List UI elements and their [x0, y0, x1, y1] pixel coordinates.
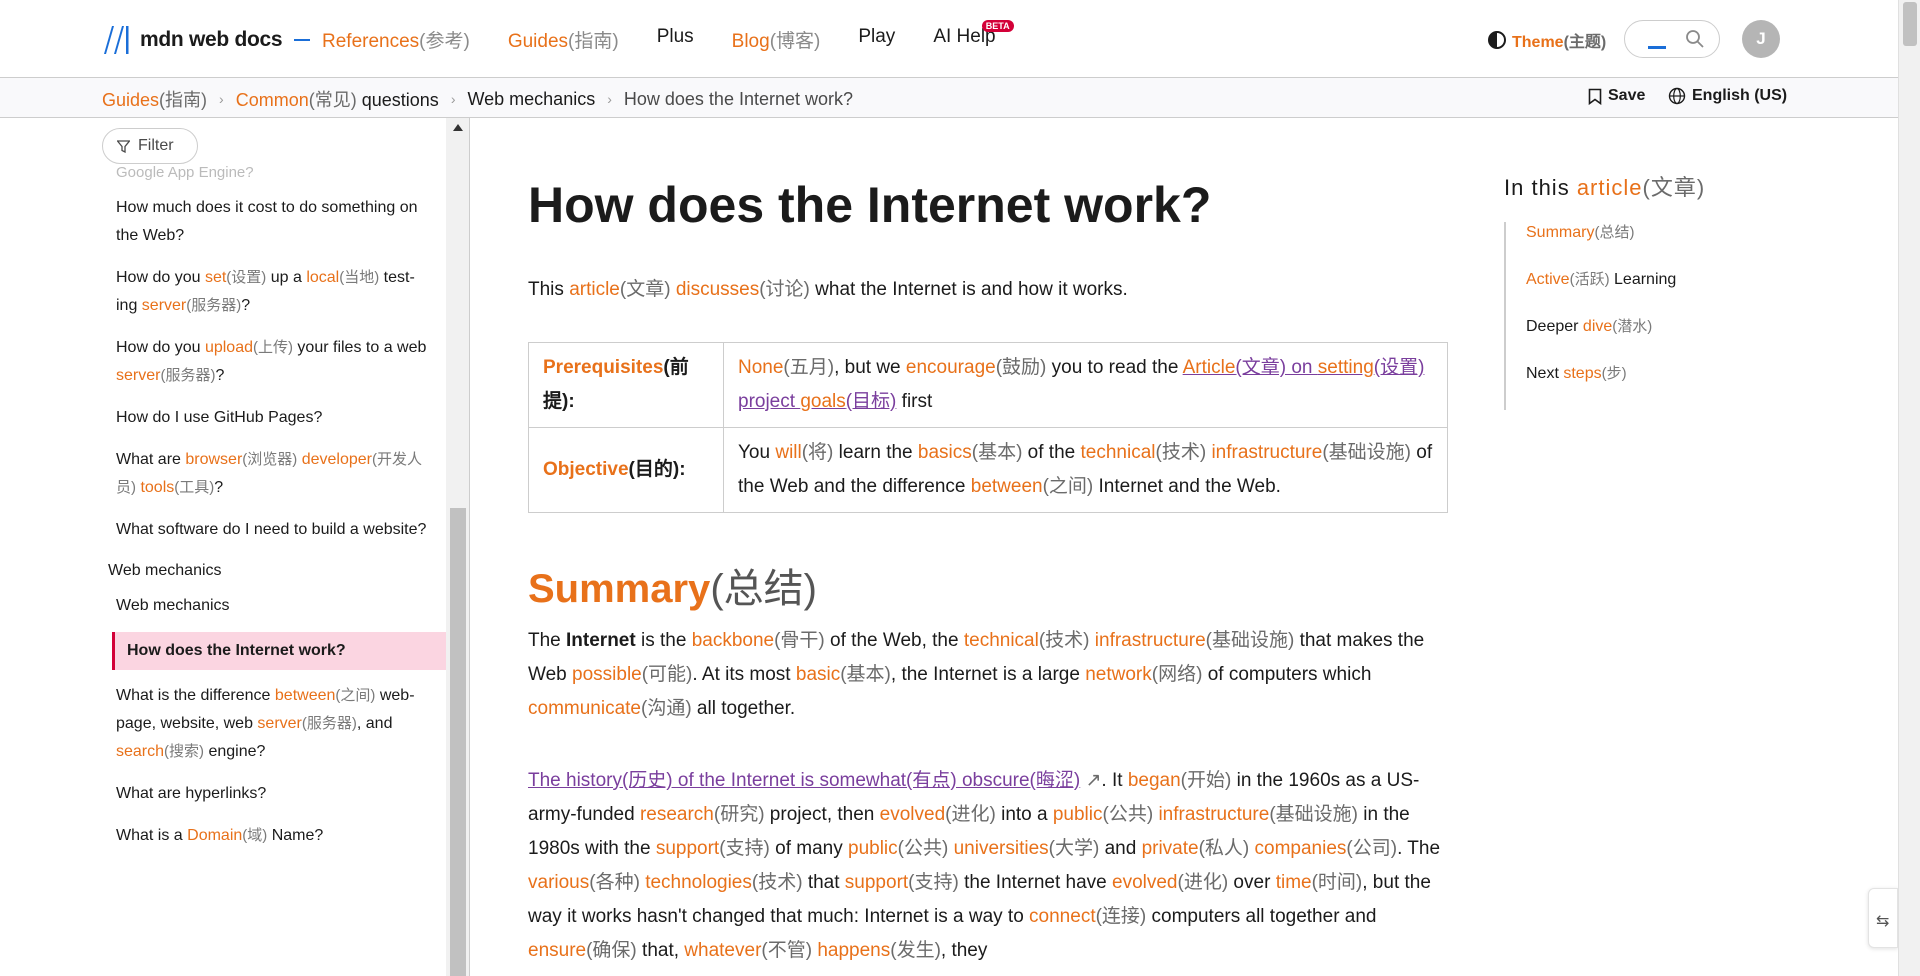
search-icon	[1686, 30, 1704, 48]
toc-item[interactable]: Next steps(步)	[1506, 363, 1744, 410]
sidebar-item[interactable]: What is the difference between(之间) web-p…	[106, 678, 446, 776]
sidebar-item-faded[interactable]: Google App Engine?	[106, 164, 446, 190]
mdn-logo[interactable]: mdn web docs	[102, 24, 311, 56]
toc-item[interactable]: Active(活跃) Learning	[1506, 269, 1744, 316]
sidebar-items-before: How much does it cost to do something on…	[106, 190, 446, 554]
sidebar-item[interactable]: What are hyperlinks?	[106, 776, 446, 818]
article-intro: This article(文章) discusses(讨论) what the …	[528, 279, 1128, 300]
prerequisites-value: None(五月), but we encourage(鼓励) you to re…	[723, 342, 1448, 428]
sidebar-item[interactable]: What software do I need to build a websi…	[106, 512, 446, 554]
sidebar-scroll-thumb[interactable]	[450, 508, 466, 976]
sidebar-item[interactable]: How do you set(设置) up a local(当地) test-i…	[106, 260, 446, 330]
beta-badge: BETA	[981, 20, 1014, 32]
expand-icon: ⇆	[1876, 913, 1890, 930]
side-widget[interactable]: ⇆	[1868, 888, 1898, 948]
sidebar-group-web-mechanics[interactable]: Web mechanics	[106, 554, 446, 588]
toc-item[interactable]: Summary(总结)	[1506, 222, 1744, 269]
top-header: mdn web docs References(参考) Guides(指南) P…	[0, 0, 1898, 78]
summary-paragraph-1: The Internet is the backbone(骨干) of the …	[528, 630, 1425, 719]
table-of-contents: In this article(文章) Summary(总结) Active(活跃…	[1504, 170, 1804, 410]
sidebar-item[interactable]: What is a Domain(域) Name?	[106, 818, 446, 860]
avatar[interactable]: J	[1742, 20, 1780, 58]
nav-plus[interactable]: Plus	[657, 26, 694, 53]
sidebar-item[interactable]: What are browser(浏览器) developer(开发人员) to…	[106, 442, 446, 512]
filter-icon	[117, 139, 130, 153]
nav-blog[interactable]: Blog(博客)	[732, 26, 821, 53]
chevron-right-icon: ›	[219, 91, 224, 107]
page-title: How does the Internet work?	[528, 177, 1212, 233]
page-scroll-thumb[interactable]	[1903, 2, 1917, 46]
sidebar-item[interactable]: How do I use GitHub Pages?	[106, 400, 446, 442]
sidebar-scrollbar[interactable]	[446, 118, 469, 976]
breadcrumb-current[interactable]: How does the Internet work?	[624, 89, 853, 110]
summary-paragraph-2: The history(历史) of the Internet is somew…	[528, 770, 1441, 961]
objective-value: You will(将) learn the basics(基本) of the …	[723, 427, 1448, 513]
nav-play[interactable]: Play	[858, 26, 895, 53]
summary-heading: Summary(总结)	[528, 567, 817, 611]
sidebar-item[interactable]: How much does it cost to do something on…	[106, 190, 446, 260]
save-button[interactable]: Save	[1588, 87, 1645, 105]
toc-item[interactable]: Deeper dive(潜水)	[1506, 316, 1744, 363]
logo-cursor	[294, 39, 311, 41]
breadcrumb-web-mechanics[interactable]: Web mechanics	[467, 89, 595, 110]
prerequisites-label: Prerequisites(前提):	[528, 342, 724, 428]
mdn-logo-icon	[104, 26, 129, 54]
sidebar: Filter Google App Engine? How much does …	[0, 118, 470, 976]
breadcrumb-common-questions[interactable]: Common(常见) questions	[236, 86, 439, 112]
filter-button[interactable]: Filter	[102, 128, 198, 164]
breadcrumb: Guides(指南) › Common(常见) questions › Web …	[102, 86, 853, 112]
nav-guides[interactable]: Guides(指南)	[508, 26, 619, 53]
toc-title: In this article(文章)	[1504, 175, 1706, 200]
nav-references[interactable]: References(参考)	[322, 26, 470, 53]
toc-list: Summary(总结) Active(活跃) Learning Deeper div…	[1504, 222, 1744, 410]
theme-switcher[interactable]: Theme(主题)	[1488, 28, 1606, 52]
table-row: Prerequisites(前提): None(五月), but we enco…	[528, 342, 1448, 428]
breadcrumb-bar: Guides(指南) › Common(常见) questions › Web …	[0, 78, 1898, 118]
logo-text: mdn web docs	[140, 28, 283, 51]
language-switcher[interactable]: English (US)	[1668, 87, 1787, 105]
sidebar-items-after: What is the difference between(之间) web-p…	[106, 678, 446, 860]
theme-icon	[1488, 31, 1506, 49]
history-link[interactable]: The history(历史) of the Internet is somew…	[528, 770, 1080, 791]
globe-icon	[1668, 87, 1686, 105]
table-row: Objective(目的): You will(将) learn the bas…	[528, 427, 1448, 513]
bookmark-icon	[1588, 88, 1602, 105]
nav-ai-help[interactable]: AI Help BETA	[933, 20, 1014, 53]
objective-label: Objective(目的):	[528, 427, 724, 513]
breadcrumb-guides[interactable]: Guides(指南)	[102, 86, 207, 112]
page-scrollbar[interactable]	[1898, 0, 1920, 976]
prerequisites-table: Prerequisites(前提): None(五月), but we enco…	[528, 342, 1448, 513]
article-link[interactable]: Article(文章) on setting(设置) project goals…	[738, 357, 1424, 412]
sidebar-list: Google App Engine? How much does it cost…	[106, 164, 446, 860]
main-nav: References(参考) Guides(指南) Plus Blog(博客) …	[322, 20, 1014, 53]
chevron-right-icon: ›	[607, 91, 612, 107]
chevron-right-icon: ›	[450, 91, 456, 107]
scroll-up-icon[interactable]	[453, 124, 463, 131]
sidebar-item-web-mechanics[interactable]: Web mechanics	[106, 588, 446, 630]
search-caret	[1648, 46, 1666, 49]
sidebar-item-active[interactable]: How does the Internet work?	[112, 632, 446, 670]
search-button[interactable]	[1624, 20, 1720, 58]
sidebar-item[interactable]: How do you upload(上传) your files to a we…	[106, 330, 446, 400]
